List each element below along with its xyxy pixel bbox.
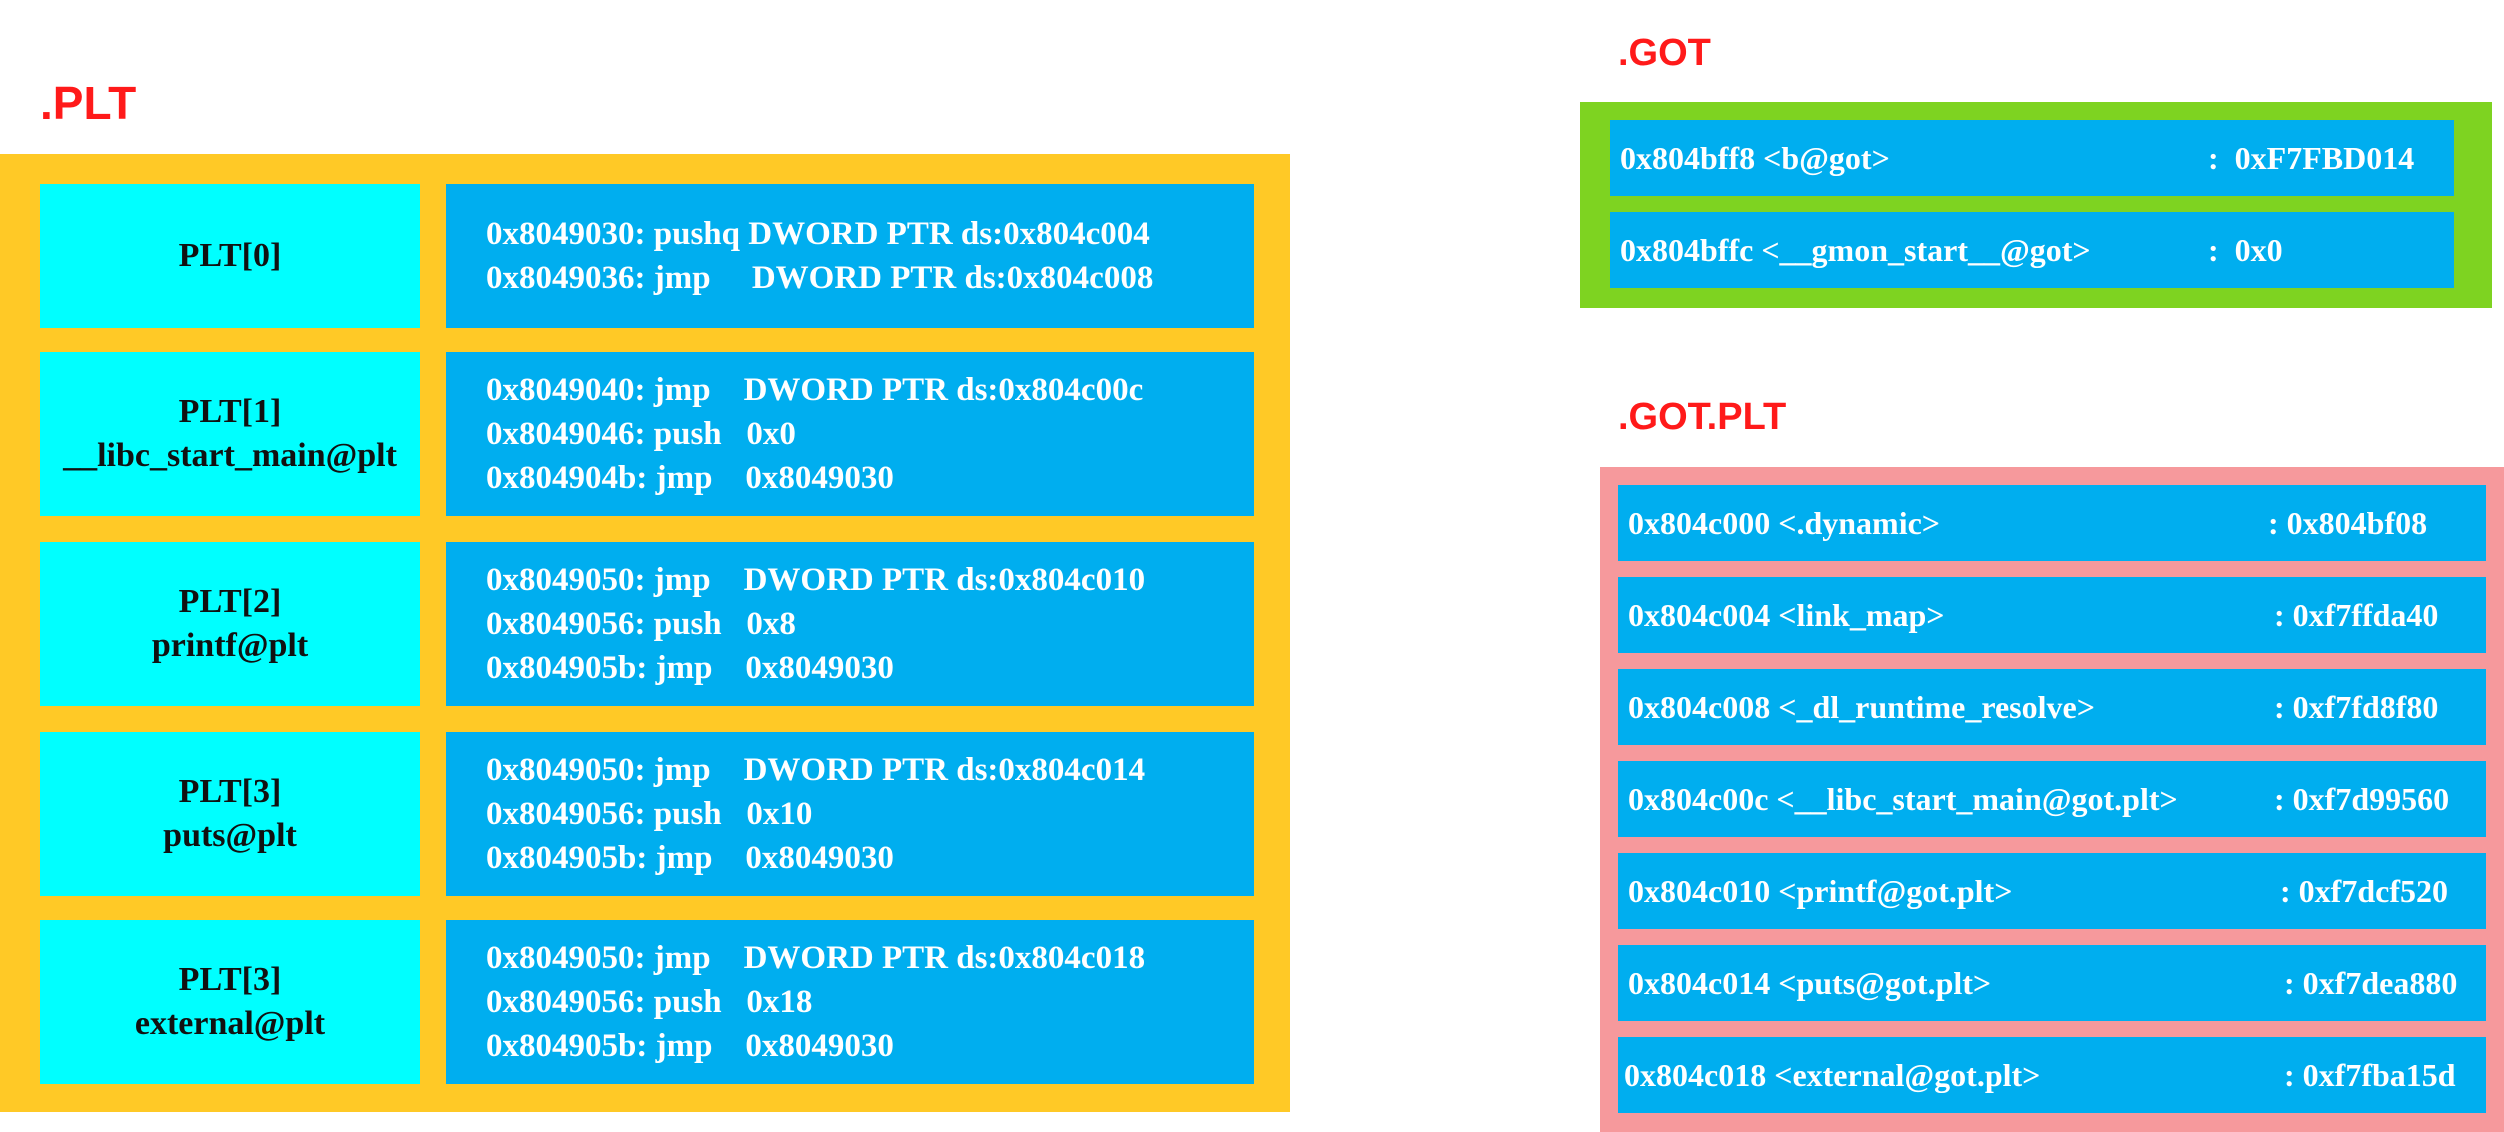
got-plt-entry-value: : 0xf7d99560: [2274, 780, 2450, 817]
got-plt-entry-address: 0x804c00c <__libc_start_main@got.plt>: [1628, 780, 2178, 817]
plt-entry-0-label: PLT[0]: [40, 184, 420, 328]
plt-entry-name: PLT[0]: [178, 237, 282, 274]
got-entry-address: 0x804bff8 <b@got>: [1620, 139, 1890, 176]
plt-section: PLT[0] 0x8049030: pushq DWORD PTR ds:0x8…: [0, 154, 1290, 1112]
code-line: 0x8049056: push 0x18: [486, 984, 813, 1020]
plt-entry-0-code: 0x8049030: pushq DWORD PTR ds:0x804c004 …: [446, 184, 1254, 328]
got-plt-entry-value: : 0xf7dea880: [2284, 964, 2458, 1001]
code-line: 0x8049040: jmp DWORD PTR ds:0x804c00c: [486, 372, 1144, 408]
got-plt-entry: 0x804c014 <puts@got.plt> : 0xf7dea880: [1618, 945, 2486, 1021]
got-plt-entry: 0x804c018 <external@got.plt> : 0xf7fba15…: [1618, 1037, 2486, 1113]
code-line: 0x804905b: jmp 0x8049030: [486, 650, 894, 686]
plt-entry-name: PLT[1]: [178, 393, 282, 430]
plt-entry-symbol: printf@plt: [151, 627, 309, 664]
got-plt-entry-value: : 0xf7ffda40: [2274, 596, 2439, 633]
code-line: 0x8049050: jmp DWORD PTR ds:0x804c014: [486, 752, 1146, 788]
plt-entry-name: PLT[3]: [178, 961, 282, 998]
plt-entry-2-code: 0x8049050: jmp DWORD PTR ds:0x804c010 0x…: [446, 542, 1254, 706]
plt-entry-symbol: puts@plt: [163, 817, 297, 854]
code-line: 0x8049046: push 0x0: [486, 416, 796, 452]
got-plt-entry-address: 0x804c000 <.dynamic>: [1628, 504, 1941, 541]
plt-entry-4-label: PLT[3] external@plt: [40, 920, 420, 1084]
plt-entry-name: PLT[2]: [178, 583, 282, 620]
plt-entry-2-label: PLT[2] printf@plt: [40, 542, 420, 706]
got-plt-entry: 0x804c004 <link_map> : 0xf7ffda40: [1618, 577, 2486, 653]
got-plt-entry-value: : 0xf7dcf520: [2280, 872, 2448, 909]
got-plt-entry: 0x804c00c <__libc_start_main@got.plt> : …: [1618, 761, 2486, 837]
plt-section-title: .PLT: [40, 77, 137, 129]
code-line: 0x804905b: jmp 0x8049030: [486, 1028, 894, 1064]
got-entry: 0x804bff8 <b@got> : 0xF7FBD014: [1610, 120, 2454, 196]
plt-entry-symbol: external@plt: [134, 1005, 326, 1042]
got-entry: 0x804bffc <__gmon_start__@got> : 0x0: [1610, 212, 2454, 288]
code-line: 0x8049056: push 0x8: [486, 606, 796, 642]
code-line: 0x8049036: jmp DWORD PTR ds:0x804c008: [486, 260, 1154, 296]
code-line: 0x8049030: pushq DWORD PTR ds:0x804c004: [486, 216, 1150, 252]
got-plt-entry: 0x804c010 <printf@got.plt> : 0xf7dcf520: [1618, 853, 2486, 929]
got-entry-value: : 0xF7FBD014: [2208, 139, 2415, 176]
got-section: 0x804bff8 <b@got> : 0xF7FBD014 0x804bffc…: [1580, 102, 2492, 308]
plt-entry-3-code: 0x8049050: jmp DWORD PTR ds:0x804c014 0x…: [446, 732, 1254, 896]
got-plt-entry-address: 0x804c004 <link_map>: [1628, 596, 1945, 633]
code-line: 0x8049050: jmp DWORD PTR ds:0x804c010: [486, 562, 1146, 598]
got-plt-entry-address: 0x804c014 <puts@got.plt>: [1628, 964, 1992, 1001]
got-plt-entry-address: 0x804c010 <printf@got.plt>: [1628, 872, 2013, 909]
got-plt-entry-value: : 0xf7fba15d: [2284, 1056, 2456, 1093]
got-section-title: .GOT: [1618, 32, 1711, 74]
code-line: 0x804905b: jmp 0x8049030: [486, 840, 894, 876]
got-plt-entry-value: : 0x804bf08: [2268, 504, 2428, 541]
got-plt-entry: 0x804c000 <.dynamic> : 0x804bf08: [1618, 485, 2486, 561]
got-entry-address: 0x804bffc <__gmon_start__@got>: [1620, 231, 2091, 268]
got-plt-entry: 0x804c008 <_dl_runtime_resolve> : 0xf7fd…: [1618, 669, 2486, 745]
got-plt-section: 0x804c000 <.dynamic> : 0x804bf08 0x804c0…: [1600, 467, 2504, 1132]
got-plt-section-title: .GOT.PLT: [1618, 396, 1787, 438]
got-plt-entry-address: 0x804c018 <external@got.plt>: [1624, 1056, 2041, 1093]
plt-entry-symbol: __libc_start_main@plt: [63, 437, 397, 474]
plt-entry-1-label: PLT[1] __libc_start_main@plt: [40, 352, 420, 516]
plt-entry-4-code: 0x8049050: jmp DWORD PTR ds:0x804c018 0x…: [446, 920, 1254, 1084]
code-line: 0x8049050: jmp DWORD PTR ds:0x804c018: [486, 940, 1146, 976]
code-line: 0x804904b: jmp 0x8049030: [486, 460, 894, 496]
got-plt-entry-address: 0x804c008 <_dl_runtime_resolve>: [1628, 688, 2095, 725]
got-plt-entry-value: : 0xf7fd8f80: [2274, 688, 2439, 725]
code-line: 0x8049056: push 0x10: [486, 796, 813, 832]
plt-entry-name: PLT[3]: [178, 773, 282, 810]
got-entry-value: : 0x0: [2208, 231, 2283, 268]
plt-entry-1-code: 0x8049040: jmp DWORD PTR ds:0x804c00c 0x…: [446, 352, 1254, 516]
plt-entry-3-label: PLT[3] puts@plt: [40, 732, 420, 896]
